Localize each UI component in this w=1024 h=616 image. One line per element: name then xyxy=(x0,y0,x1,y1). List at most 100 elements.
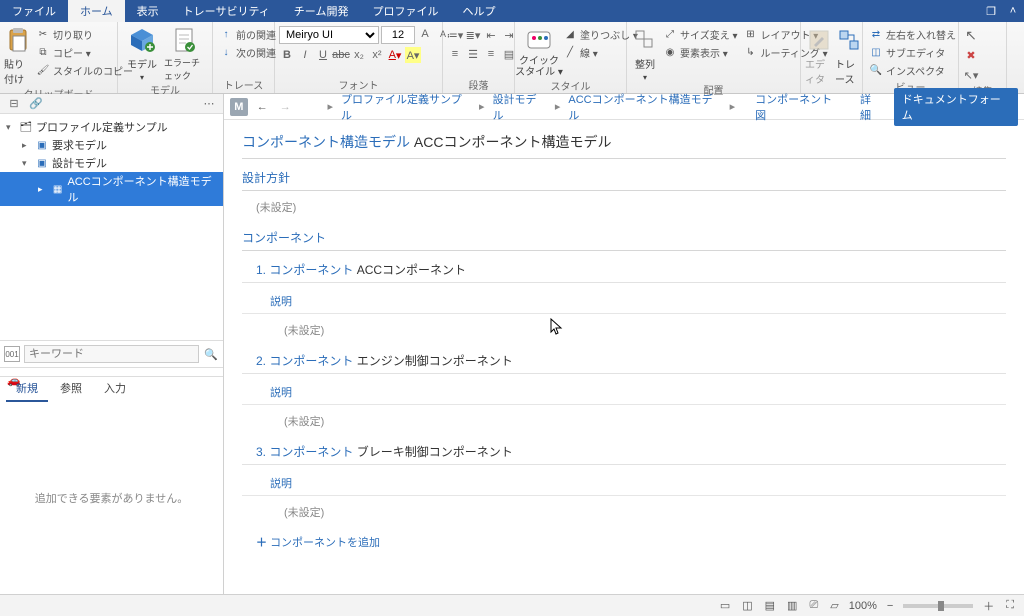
align-right-icon[interactable]: ≡ xyxy=(483,46,499,62)
font-grow-icon[interactable]: A xyxy=(417,26,433,42)
component-desc-unset[interactable]: (未設定) xyxy=(242,405,1006,433)
subscript-icon[interactable]: x₂ xyxy=(351,47,367,63)
italic-icon[interactable]: I xyxy=(297,47,313,63)
select-dropdown-icon[interactable]: ↖▾ xyxy=(963,67,979,83)
pencil-square-icon xyxy=(805,26,833,54)
underline-icon[interactable]: U xyxy=(315,47,331,63)
doc-title: コンポーネント構造モデル ACCコンポーネント構造モデル xyxy=(242,128,1006,158)
superscript-icon[interactable]: x² xyxy=(369,47,385,63)
font-size-input[interactable] xyxy=(381,26,415,44)
document-check-icon xyxy=(170,26,198,54)
trace-grid-icon xyxy=(835,26,863,54)
status-view5-icon[interactable]: ⎚ xyxy=(807,599,820,612)
status-view6-icon[interactable]: ▱ xyxy=(828,599,840,612)
paste-button[interactable]: 貼り付け xyxy=(4,24,32,86)
model-tree: ▾🗂プロファイル定義サンプル ▸▣要求モデル ▾▣設計モデル ▸▦ACCコンポー… xyxy=(0,114,223,210)
size-change-button[interactable]: ⤢サイズ変え ▾ xyxy=(661,26,740,43)
strike-icon[interactable]: abc xyxy=(333,47,349,63)
align-center-icon[interactable]: ☰ xyxy=(465,46,481,62)
side-tab-ref[interactable]: 参照 xyxy=(50,376,92,402)
component-desc-label: 説明 xyxy=(242,283,1006,314)
crumb-root[interactable]: プロファイル定義サンプル xyxy=(341,91,471,123)
tree-design[interactable]: ▾▣設計モデル xyxy=(0,154,223,172)
policy-unset[interactable]: (未設定) xyxy=(242,191,1006,219)
component-desc-unset[interactable]: (未設定) xyxy=(242,314,1006,342)
component-desc-unset[interactable]: (未設定) xyxy=(242,496,1006,524)
tree-requirements[interactable]: ▸▣要求モデル xyxy=(0,136,223,154)
crumb-design[interactable]: 設計モデル xyxy=(493,91,547,123)
zoom-out-button[interactable]: − xyxy=(885,600,895,612)
tree-acc-component[interactable]: ▸▦ACCコンポーネント構造モデル xyxy=(0,172,223,206)
editor-button[interactable]: エディタ xyxy=(805,24,833,86)
tree-collapse-icon[interactable]: ⊟ xyxy=(6,96,22,112)
tree-root[interactable]: ▾🗂プロファイル定義サンプル xyxy=(0,118,223,136)
status-view4-icon[interactable]: ▥ xyxy=(785,599,799,612)
search-icon[interactable]: 🔍 xyxy=(203,346,219,362)
align-left-icon[interactable]: ≡ xyxy=(447,46,463,62)
font-family-select[interactable]: Meiryo UI xyxy=(279,26,379,44)
number-list-icon[interactable]: ≣▾ xyxy=(465,27,481,43)
tab-team[interactable]: チーム開発 xyxy=(282,0,361,22)
tab-traceability[interactable]: トレーサビリティ xyxy=(171,0,282,22)
close-x-icon[interactable]: ✖ xyxy=(963,47,979,63)
side-tab-input[interactable]: 入力 xyxy=(94,376,136,402)
tree-link-icon[interactable]: 🔗 xyxy=(28,96,44,112)
component-desc-label: 説明 xyxy=(242,374,1006,405)
align-button[interactable]: 整列▾ xyxy=(631,24,659,82)
arrow-up-icon: ↑ xyxy=(219,28,233,42)
status-view3-icon[interactable]: ▤ xyxy=(763,599,777,612)
tab-file[interactable]: ファイル xyxy=(0,0,68,22)
error-check-button[interactable]: エラーチェック xyxy=(164,24,204,82)
title-bar: ファイル ホーム 表示 トレーサビリティ チーム開発 プロファイル ヘルプ ❐ … xyxy=(0,0,1024,22)
bullet-list-icon[interactable]: ≔▾ xyxy=(447,27,463,43)
routing-icon: ↳ xyxy=(744,46,758,60)
add-component-link[interactable]: コンポーネントを追加 xyxy=(242,524,1006,550)
component-item[interactable]: 3. コンポーネント ブレーキ制御コンポーネント xyxy=(242,433,1006,465)
model-button[interactable]: モデル▾ xyxy=(122,24,162,82)
trace-button[interactable]: トレース xyxy=(835,24,863,86)
status-view2-icon[interactable]: ◫ xyxy=(740,599,754,612)
zoom-slider[interactable] xyxy=(903,604,973,608)
folder-icon: ▣ xyxy=(35,138,49,152)
tab-home[interactable]: ホーム xyxy=(68,0,125,22)
prev-relation-button[interactable]: ↑前の関連 xyxy=(217,26,278,43)
inspector-button[interactable]: 🔍インスペクタ xyxy=(867,62,958,79)
crumb-acc[interactable]: ACCコンポーネント構造モデル xyxy=(568,91,721,123)
window-restore-icon[interactable]: ❐ xyxy=(980,0,1002,22)
zoom-fit-icon[interactable]: ⛶ xyxy=(1004,599,1016,612)
swap-lr-button[interactable]: ⇄左右を入れ替え xyxy=(867,26,958,43)
bold-icon[interactable]: B xyxy=(279,47,295,63)
view-detail[interactable]: 詳細 xyxy=(854,91,888,123)
cube-plus-icon xyxy=(128,26,156,54)
status-view1-icon[interactable]: ▭ xyxy=(718,599,732,612)
quick-style-button[interactable]: クイック スタイル ▾ xyxy=(519,24,559,78)
nav-forward-button[interactable]: → xyxy=(277,101,294,113)
view-component-diagram[interactable]: コンポーネント図 xyxy=(749,91,848,123)
tree-menu-icon[interactable]: ⋯ xyxy=(201,96,217,112)
component-item[interactable]: 1. コンポーネント ACCコンポーネント xyxy=(242,251,1006,283)
font-color-icon[interactable]: A▾ xyxy=(387,47,403,63)
tab-help[interactable]: ヘルプ xyxy=(450,0,507,22)
pointer-icon[interactable]: ↖ xyxy=(963,27,979,43)
tab-view[interactable]: 表示 xyxy=(125,0,171,22)
folder-icon: ▣ xyxy=(35,156,49,170)
subeditor-button[interactable]: ◫サブエディタ xyxy=(867,44,958,61)
keyword-input[interactable] xyxy=(24,345,199,363)
next-relation-button[interactable]: ↓次の関連 xyxy=(217,44,278,61)
show-element-button[interactable]: ◉要素表示 ▾ xyxy=(661,44,740,61)
zoom-in-button[interactable]: ＋ xyxy=(981,598,996,614)
side-tab-new[interactable]: 新規 xyxy=(6,376,48,402)
model-badge-icon: M xyxy=(230,98,248,116)
scissors-icon: ✂ xyxy=(36,28,50,42)
document-pane: M ← → ▸ プロファイル定義サンプル ▸ 設計モデル ▸ ACCコンポーネン… xyxy=(224,94,1024,594)
chevron-up-icon[interactable]: ˄ xyxy=(1002,0,1024,22)
tab-profile[interactable]: プロファイル xyxy=(360,0,450,22)
component-desc-label: 説明 xyxy=(242,465,1006,496)
highlight-icon[interactable]: A▾ xyxy=(405,47,421,63)
component-item[interactable]: 2. コンポーネント エンジン制御コンポーネント xyxy=(242,342,1006,374)
outdent-icon[interactable]: ⇤ xyxy=(483,27,499,43)
arrow-down-icon: ↓ xyxy=(219,46,233,60)
swap-icon: ⇄ xyxy=(869,28,883,42)
palette-icon xyxy=(525,26,553,54)
nav-back-button[interactable]: ← xyxy=(254,101,271,113)
